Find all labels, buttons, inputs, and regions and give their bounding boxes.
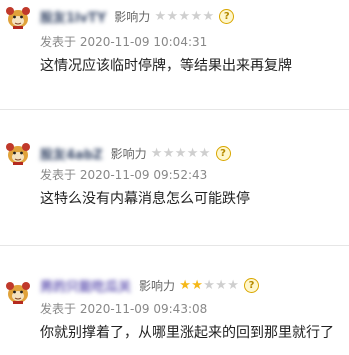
username[interactable]: 男的只能吃瓜关 (40, 276, 131, 295)
help-question-icon[interactable]: ? (244, 277, 260, 293)
post-time: 发表于 2020-11-09 09:43:08 (40, 302, 208, 316)
avatar-icon[interactable] (5, 281, 31, 305)
username[interactable]: 股友4abZ (40, 144, 103, 163)
star-icon: ★ (154, 8, 167, 24)
star-icon: ★ (203, 277, 215, 293)
influence-stars: ★ ★ ★ ★ ★ (151, 147, 211, 160)
avatar-icon[interactable] (5, 142, 31, 166)
username[interactable]: 股友1lvTY (40, 7, 106, 26)
help-question-icon[interactable]: ? (215, 145, 231, 161)
post-time: 发表于 2020-11-09 10:04:31 (40, 35, 208, 49)
influence-label: 影响力 (139, 278, 176, 293)
star-icon: ★ (191, 277, 203, 293)
influence-stars: ★ ★ ★ ★ ★ (154, 10, 214, 23)
star-icon: ★ (179, 277, 191, 293)
comment-text: 这情况应该临时停牌，等结果出来再复牌 (40, 58, 292, 74)
divider (0, 245, 349, 246)
help-question-icon[interactable]: ? (219, 8, 235, 24)
comment-text: 你就别撑着了，从哪里涨起来的回到那里就行了 (40, 325, 334, 341)
avatar-icon[interactable] (5, 6, 31, 30)
star-icon: ★ (174, 145, 187, 161)
star-icon: ★ (198, 145, 211, 161)
star-icon: ★ (215, 277, 227, 293)
star-icon: ★ (166, 8, 179, 24)
influence-label: 影响力 (114, 9, 151, 24)
star-icon: ★ (150, 145, 163, 161)
divider (0, 109, 349, 110)
star-icon: ★ (186, 145, 199, 161)
influence-stars: ★ ★ ★ ★ ★ (179, 279, 239, 292)
star-icon: ★ (202, 8, 215, 24)
star-icon: ★ (178, 8, 191, 24)
post-time: 发表于 2020-11-09 09:52:43 (40, 168, 208, 182)
star-icon: ★ (162, 145, 175, 161)
influence-label: 影响力 (110, 146, 147, 161)
star-icon: ★ (227, 277, 239, 293)
star-icon: ★ (190, 8, 203, 24)
comment-text: 这特么没有内幕消息怎么可能跌停 (40, 191, 250, 207)
